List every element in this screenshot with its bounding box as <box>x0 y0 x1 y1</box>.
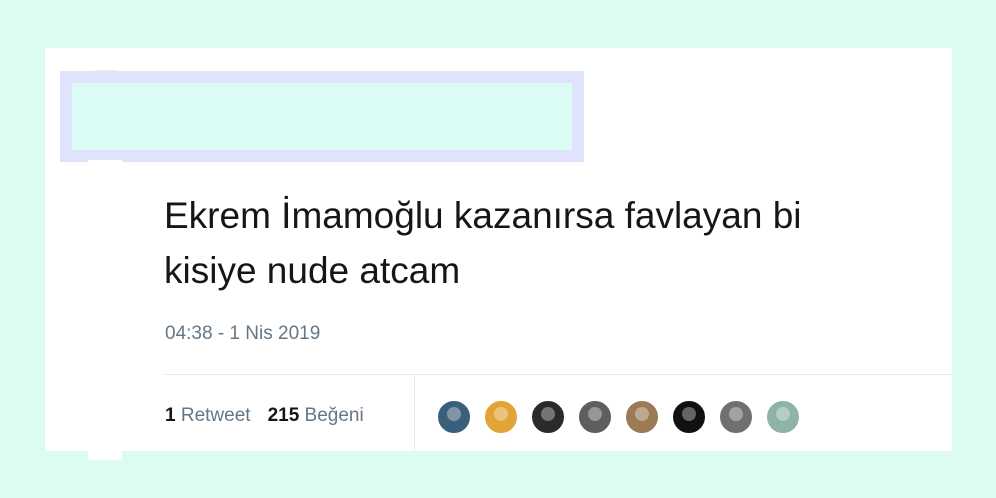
tweet-text-line-2: kisiye nude atcam <box>164 250 461 291</box>
retweet-stat[interactable]: 1 Retweet <box>165 405 251 426</box>
redacted-author-header <box>60 71 584 162</box>
stats-divider <box>164 374 952 375</box>
retweet-count: 1 <box>165 405 176 426</box>
like-label: Beğeni <box>304 405 364 426</box>
liker-avatar[interactable] <box>483 399 519 435</box>
left-gutter <box>88 160 122 460</box>
liker-avatar[interactable] <box>765 399 801 435</box>
tweet-timestamp[interactable]: 04:38 - 1 Nis 2019 <box>165 323 320 345</box>
liker-avatar[interactable] <box>577 399 613 435</box>
stats-vertical-divider <box>414 376 415 451</box>
liker-avatar[interactable] <box>624 399 660 435</box>
liker-avatar[interactable] <box>671 399 707 435</box>
like-count: 215 <box>267 405 300 426</box>
engagement-stats: 1 Retweet 215 Beğeni <box>165 405 364 427</box>
tweet-text: Ekrem İmamoğlu kazanırsa favlayan bi kisi… <box>164 188 944 298</box>
like-stat[interactable]: 215 Beğeni <box>268 405 364 426</box>
liker-avatar[interactable] <box>530 399 566 435</box>
retweet-label: Retweet <box>180 405 251 426</box>
liker-avatar[interactable] <box>436 399 472 435</box>
tweet-text-line-1: Ekrem İmamoğlu kazanırsa favlayan bi <box>164 195 802 236</box>
liker-avatar[interactable] <box>718 399 754 435</box>
liker-avatars <box>436 399 812 435</box>
